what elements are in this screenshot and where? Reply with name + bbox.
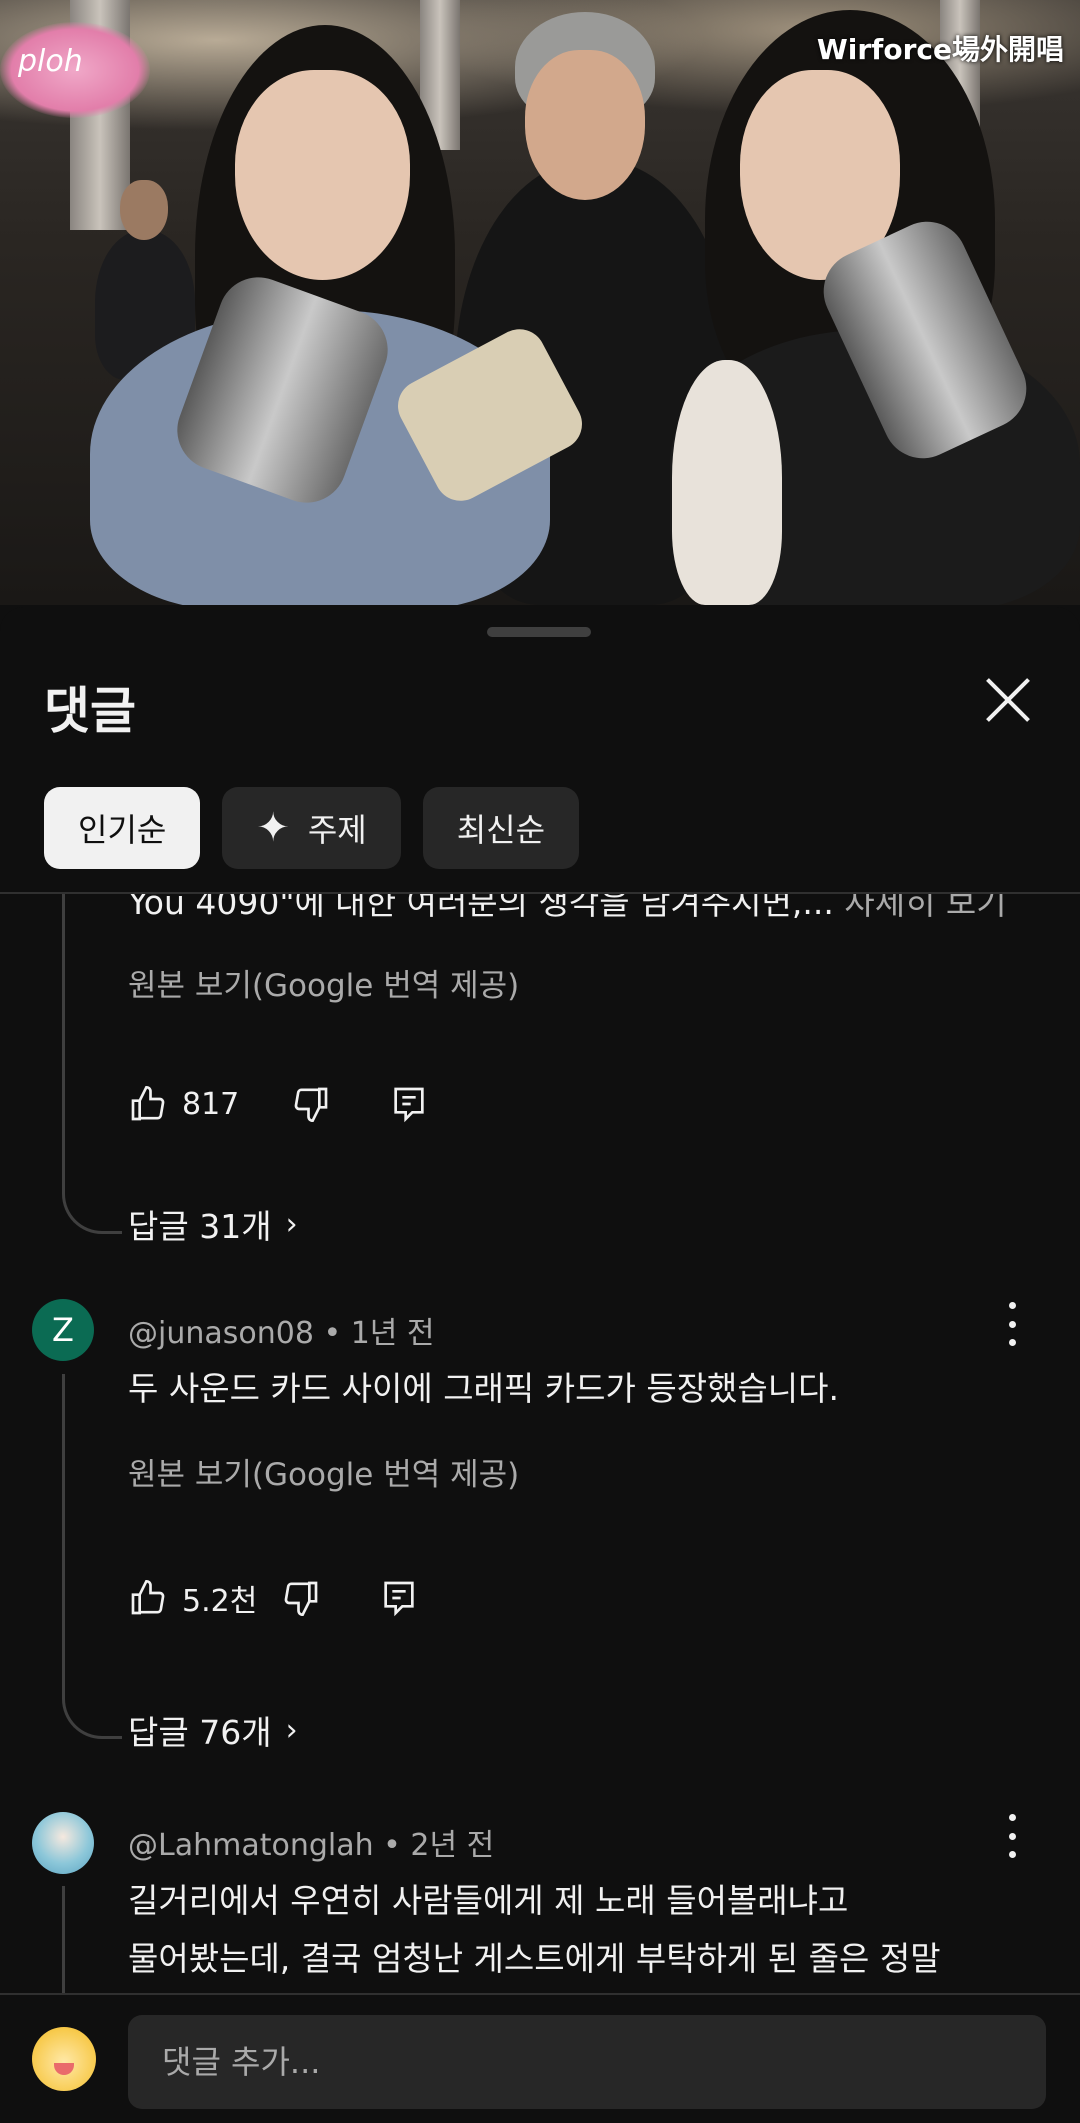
chip-newest[interactable]: 최신순 (422, 787, 580, 869)
panel-title: 댓글 (44, 682, 136, 740)
comment-text-line: 길거리에서 우연히 사람들에게 제 노래 들어볼래냐고 (128, 1881, 849, 1920)
avatar[interactable]: Z (32, 1299, 94, 1361)
chip-topic[interactable]: ✦ 주제 (222, 787, 401, 869)
replies-label: 답글 76개 (128, 1713, 272, 1752)
video-arm-right (672, 360, 782, 605)
replies-button[interactable]: 답글 76개 › (128, 1706, 298, 1754)
more-options-icon[interactable] (1000, 1302, 1024, 1346)
video-face-left (235, 70, 410, 280)
reply-icon[interactable] (379, 1578, 419, 1618)
sort-chips: 인기순 ✦ 주제 최신순 (44, 787, 580, 869)
channel-logo: ploh (0, 22, 150, 118)
thread-line (62, 1886, 65, 1994)
read-more-link[interactable]: 자세히 보기 (834, 894, 1006, 922)
thumbs-up-icon[interactable] (128, 1578, 168, 1618)
video-player[interactable]: ploh Wirforce場外開唱 (0, 0, 1080, 605)
like-count: 817 (182, 1086, 240, 1122)
chip-popular[interactable]: 인기순 (44, 787, 201, 869)
user-avatar (32, 2027, 96, 2091)
chip-label: 인기순 (78, 811, 167, 849)
replies-button[interactable]: 답글 31개 › (128, 1200, 298, 1248)
thumbs-down-icon[interactable] (291, 1084, 331, 1124)
like-count: 5.2천 (182, 1584, 258, 1619)
comment-text-body: You 4090"에 대한 여러분의 생각을 남겨주시면,... (128, 894, 834, 922)
comment-author[interactable]: @junason08 • 1년 전 (128, 1308, 435, 1352)
comment-input[interactable] (128, 2015, 1046, 2109)
comment-author[interactable]: @Lahmatonglah • 2년 전 (128, 1820, 494, 1864)
thread-line (62, 894, 65, 1194)
comment-actions: 5.2천 (128, 1576, 419, 1620)
reply-icon[interactable] (389, 1084, 429, 1124)
comment-time: 1년 전 (350, 1316, 435, 1351)
avatar[interactable] (32, 1812, 94, 1874)
author-handle: @junason08 (128, 1316, 314, 1351)
comment-text-line: 물어봤는데, 결국 엄청난 게스트에게 부탁하게 된 줄은 정말 (128, 1939, 941, 1978)
chip-label: 최신순 (456, 811, 546, 849)
video-watermark: Wirforce場外開唱 (816, 33, 1064, 66)
comment-text: You 4090"에 대한 여러분의 생각을 남겨주시면,... 자세히 보기 (128, 894, 1007, 924)
chip-label: 주제 (307, 811, 367, 849)
thumbs-down-icon[interactable] (281, 1578, 321, 1618)
comments-panel: 댓글 인기순 ✦ 주제 최신순 You 4090"에 대한 여러분의 생각을 남… (0, 607, 1080, 2123)
avatar-letter: Z (52, 1311, 74, 1349)
comment-text: 두 사운드 카드 사이에 그래픽 카드가 등장했습니다. (128, 1369, 839, 1408)
comment-actions: 817 (128, 1084, 429, 1124)
thread-line (62, 1374, 65, 1699)
comment-list[interactable]: You 4090"에 대한 여러분의 생각을 남겨주시면,... 자세히 보기 … (0, 894, 1080, 1994)
chevron-right-icon: › (285, 1206, 298, 1242)
video-face-center (525, 50, 645, 200)
translate-link[interactable]: 원본 보기(Google 번역 제공) (128, 1449, 519, 1494)
thread-curve (62, 1699, 122, 1739)
thumbs-up-icon[interactable] (128, 1084, 168, 1124)
sparkle-icon: ✦ (256, 805, 290, 851)
comment-time: 2년 전 (410, 1828, 495, 1863)
add-comment-bar (0, 1993, 1080, 2123)
video-face-bg (120, 180, 168, 240)
chevron-right-icon: › (285, 1712, 298, 1748)
close-icon[interactable] (980, 673, 1036, 729)
replies-label: 답글 31개 (128, 1207, 272, 1246)
more-options-icon[interactable] (1000, 1814, 1024, 1858)
thread-curve (62, 1194, 122, 1234)
channel-logo-text: ploh (18, 44, 83, 79)
translate-link[interactable]: 원본 보기(Google 번역 제공) (128, 960, 519, 1005)
drag-handle[interactable] (487, 627, 591, 637)
author-handle: @Lahmatonglah (128, 1828, 374, 1863)
